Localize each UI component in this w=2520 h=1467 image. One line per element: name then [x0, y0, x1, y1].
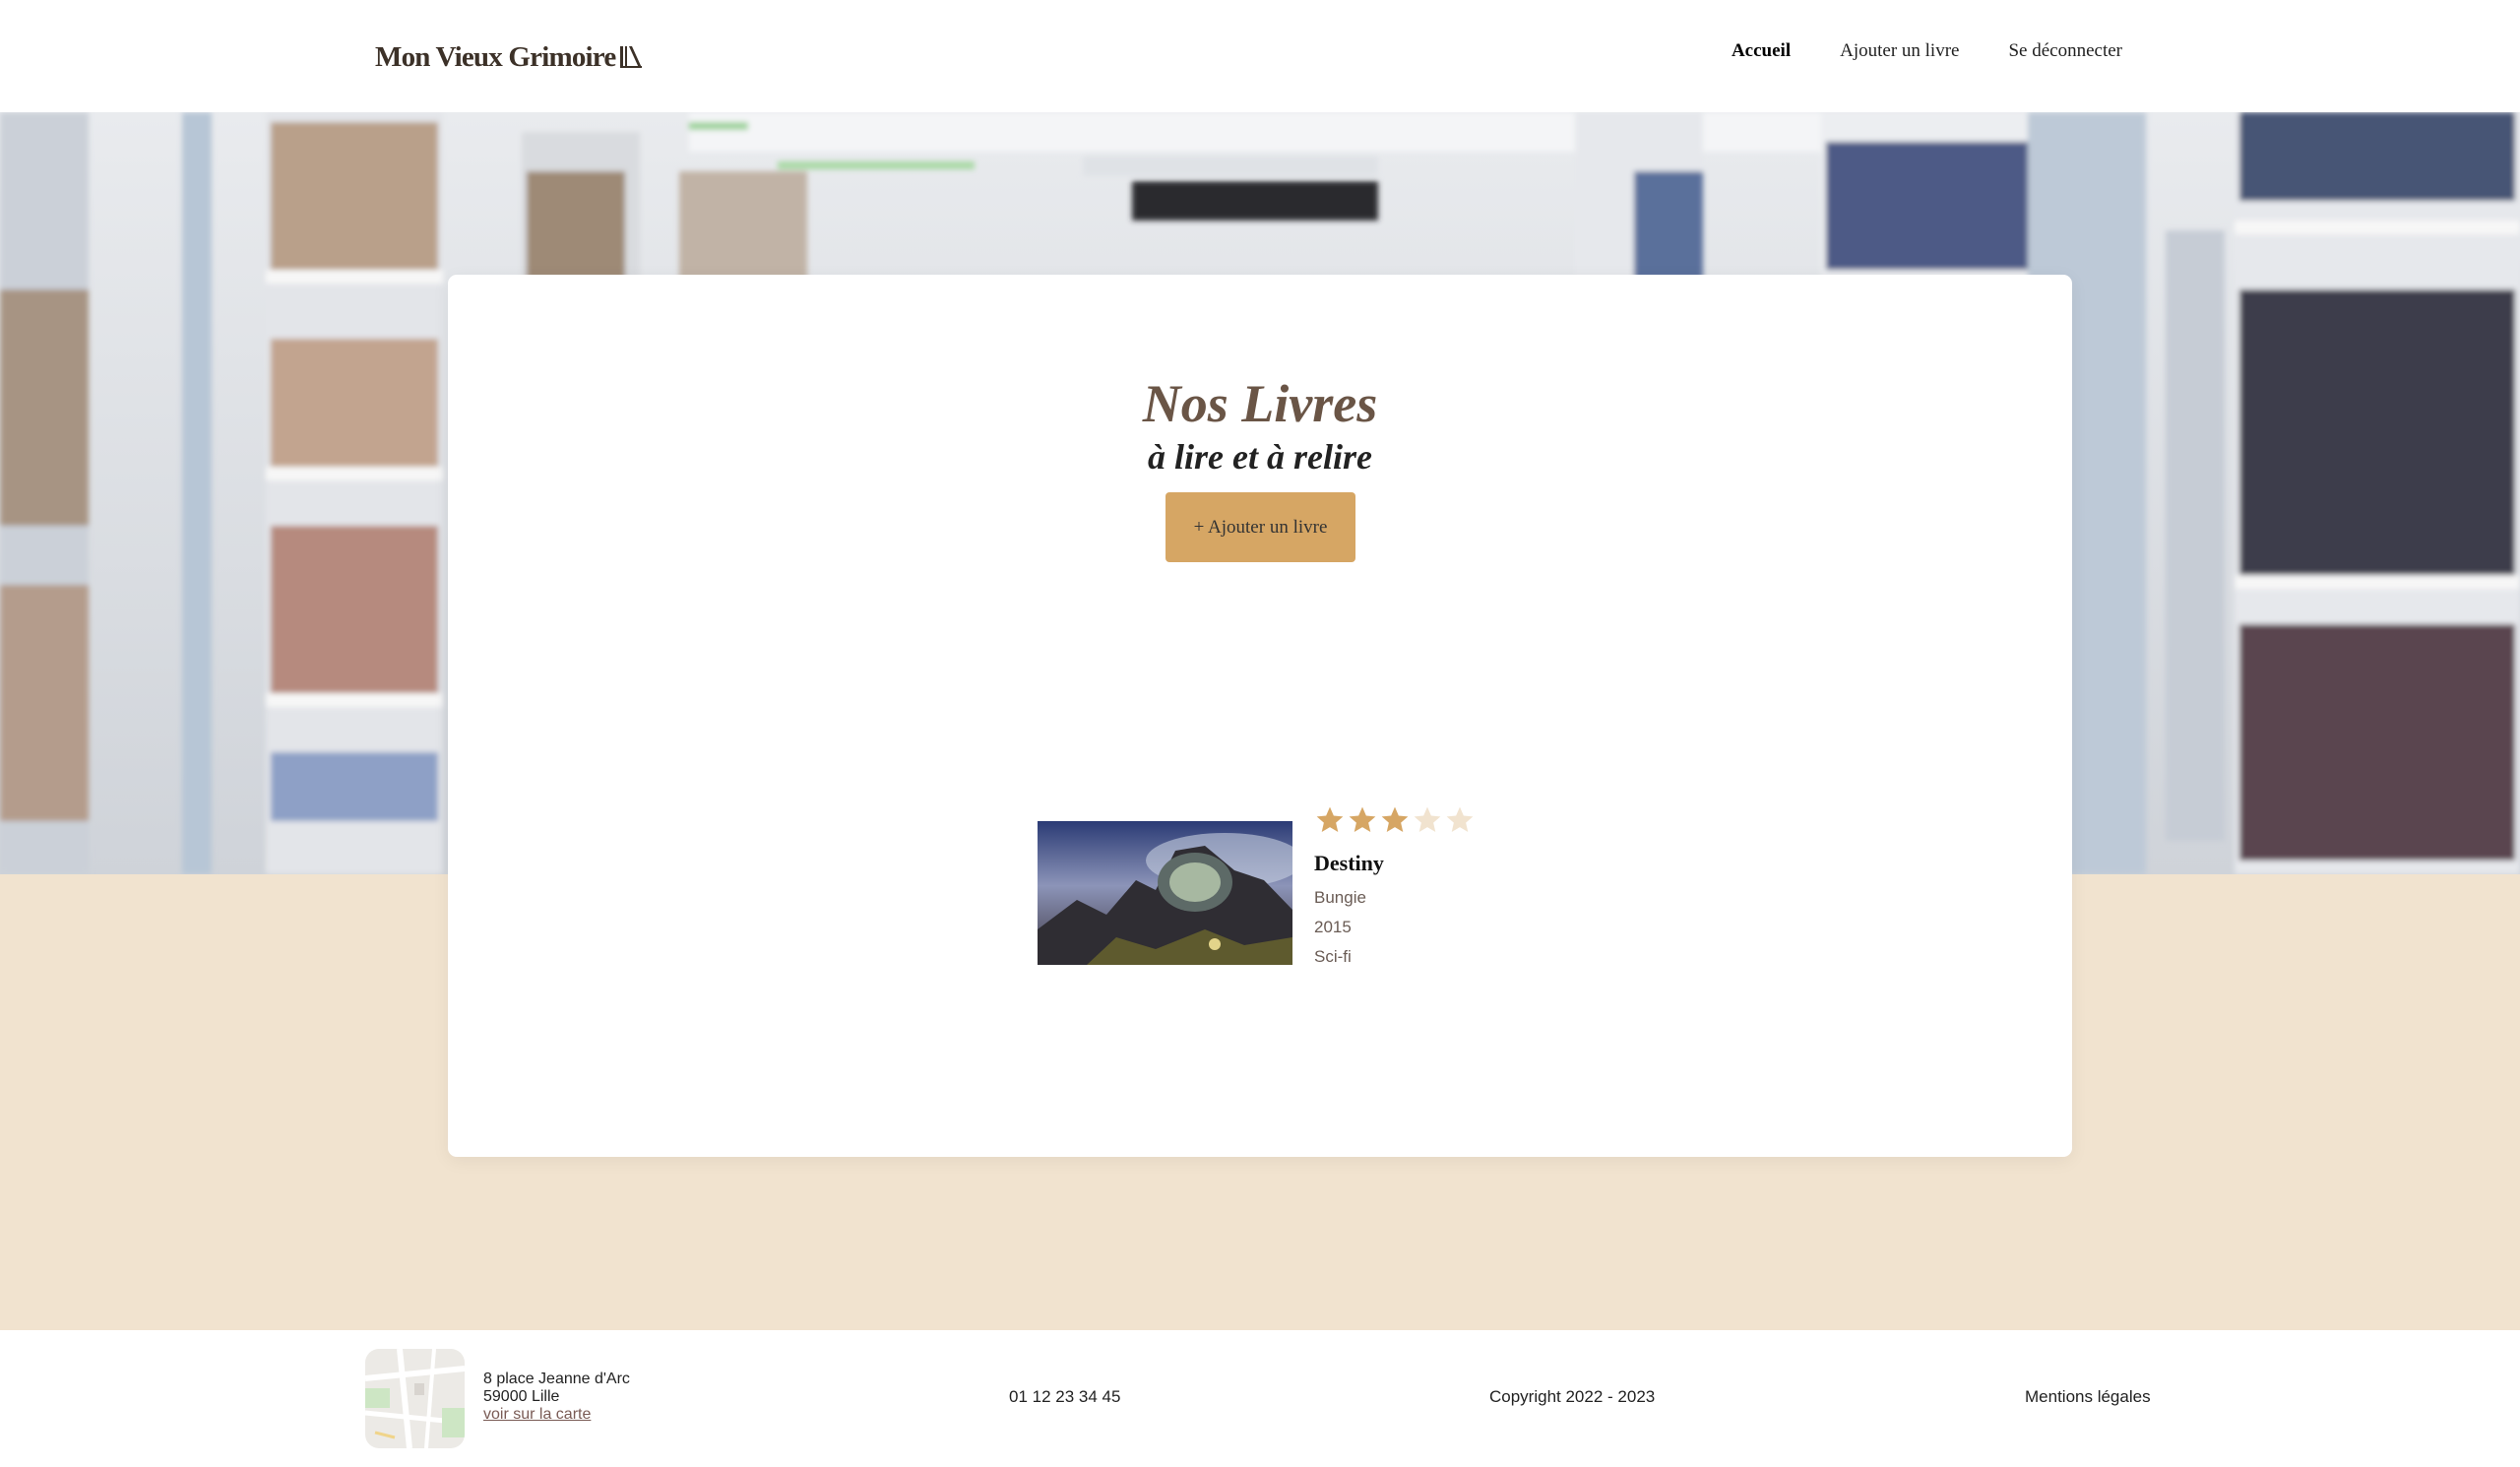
- map-link[interactable]: voir sur la carte: [483, 1406, 591, 1423]
- logo-text: Mon Vieux Grimoire: [375, 40, 616, 73]
- star-empty-icon: [1414, 806, 1441, 832]
- address-line2: 59000 Lille: [483, 1388, 560, 1405]
- book-author: Bungie: [1314, 888, 1366, 907]
- nav-ajouter-livre[interactable]: Ajouter un livre: [1840, 40, 1959, 62]
- book-logo-icon: [620, 46, 643, 68]
- star-filled-icon: [1381, 806, 1409, 832]
- book-cover-image: [1038, 821, 1292, 965]
- books-card: Nos Livres à lire et à relire + Ajouter …: [448, 275, 2072, 1157]
- nav-se-deconnecter[interactable]: Se déconnecter: [2008, 40, 2122, 62]
- map-thumbnail[interactable]: [365, 1349, 465, 1448]
- add-book-button[interactable]: + Ajouter un livre: [1166, 492, 1355, 562]
- footer-phone: 01 12 23 34 45: [1009, 1387, 1121, 1406]
- page-title: Nos Livres: [1142, 374, 1378, 433]
- page-subtitle: à lire et à relire: [1148, 437, 1372, 477]
- book-title: Destiny: [1314, 851, 1384, 875]
- book-card[interactable]: Destiny Bungie 2015 Sci-fi: [1038, 804, 1549, 982]
- book-year: 2015: [1314, 918, 1352, 936]
- main-nav: Accueil Ajouter un livre Se déconnecter: [1732, 35, 2122, 67]
- site-logo[interactable]: Mon Vieux Grimoire: [375, 35, 643, 79]
- nav-accueil[interactable]: Accueil: [1732, 40, 1791, 62]
- star-filled-icon: [1316, 806, 1344, 832]
- site-footer: 8 place Jeanne d'Arc 59000 Lille voir su…: [0, 1330, 2520, 1467]
- footer-legal-link[interactable]: Mentions légales: [2025, 1387, 2151, 1407]
- star-filled-icon: [1349, 806, 1376, 832]
- star-empty-icon: [1446, 806, 1474, 832]
- rating-stars: [1314, 804, 1476, 836]
- footer-copyright: Copyright 2022 - 2023: [1489, 1387, 1656, 1406]
- site-header: Mon Vieux Grimoire Accueil Ajouter un li…: [0, 0, 2520, 112]
- book-genre: Sci-fi: [1314, 947, 1352, 966]
- address-line1: 8 place Jeanne d'Arc: [483, 1371, 630, 1387]
- footer-address: 8 place Jeanne d'Arc 59000 Lille voir su…: [483, 1371, 630, 1424]
